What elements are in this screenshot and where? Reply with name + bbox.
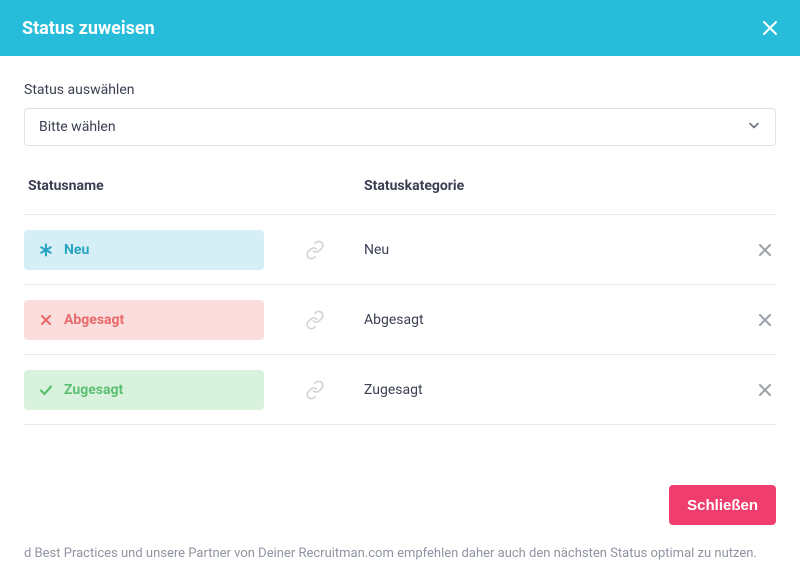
table-row: Zugesagt Zugesagt [24, 355, 776, 425]
status-name: Zugesagt [64, 382, 123, 398]
modal-title: Status zuweisen [22, 18, 155, 39]
status-category: Abgesagt [364, 312, 736, 328]
th-statuskategorie: Statuskategorie [364, 178, 736, 194]
assign-status-modal: Status zuweisen Status auswählen Bitte w… [0, 0, 800, 549]
link-icon [304, 379, 326, 401]
status-badge-neu: Neu [24, 230, 264, 270]
check-icon [38, 382, 54, 398]
status-select[interactable]: Bitte wählen [24, 108, 776, 146]
status-category: Zugesagt [364, 382, 736, 398]
delete-row-button[interactable] [754, 379, 776, 401]
th-statusname: Statusname [24, 178, 304, 194]
link-icon [304, 309, 326, 331]
status-table: Statusname Statuskategorie Neu [24, 178, 776, 425]
x-icon [38, 312, 54, 328]
status-name: Neu [64, 242, 89, 258]
modal-body: Status auswählen Bitte wählen Statusname… [0, 56, 800, 435]
table-header-row: Statusname Statuskategorie [24, 178, 776, 215]
status-category: Neu [364, 242, 736, 258]
status-badge-zugesagt: Zugesagt [24, 370, 264, 410]
link-icon [304, 239, 326, 261]
modal-header: Status zuweisen [0, 0, 800, 56]
modal-footer: Schließen [0, 485, 800, 549]
background-page-text: d Best Practices und unsere Partner von … [0, 546, 800, 561]
status-badge-abgesagt: Abgesagt [24, 300, 264, 340]
status-select-placeholder: Bitte wählen [39, 119, 116, 135]
delete-row-button[interactable] [754, 309, 776, 331]
asterisk-icon [38, 242, 54, 258]
delete-row-button[interactable] [754, 239, 776, 261]
status-name: Abgesagt [64, 312, 124, 328]
status-select-label: Status auswählen [24, 82, 776, 98]
close-icon[interactable] [758, 16, 782, 40]
table-row: Abgesagt Abgesagt [24, 285, 776, 355]
chevron-down-icon [747, 118, 761, 136]
close-button[interactable]: Schließen [669, 485, 776, 525]
table-row: Neu Neu [24, 215, 776, 285]
